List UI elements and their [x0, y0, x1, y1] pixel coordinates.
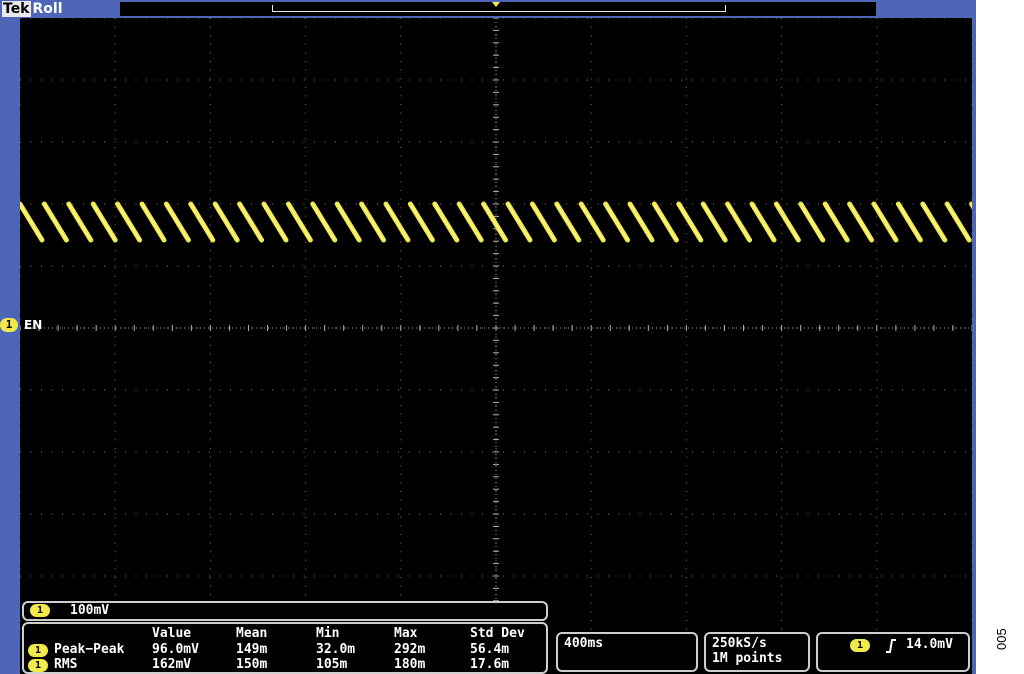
- col-value: Value: [152, 626, 192, 641]
- row-2-name: RMS: [54, 657, 78, 672]
- acquisition-mode: Roll: [32, 1, 63, 17]
- row-1-value: 96.0mV: [152, 642, 199, 657]
- row-1-mean: 149m: [236, 642, 268, 657]
- left-frame: [0, 18, 20, 674]
- status-bar: Tek Roll: [0, 0, 976, 18]
- graticule: [20, 18, 972, 638]
- brand-mode: Tek Roll: [2, 0, 63, 18]
- channel-label: EN: [24, 318, 43, 332]
- channel-scale-readout[interactable]: 1 100mV: [22, 601, 548, 621]
- oscilloscope-screen: Tek Roll 1 EN 1 100mV Value Mean Min Max …: [0, 0, 976, 674]
- trigger-level: 14.0mV: [906, 637, 953, 652]
- timebase-readout[interactable]: 400ms: [556, 632, 698, 672]
- row-2-channel-badge: 1: [28, 659, 48, 672]
- row-1-name: Peak−Peak: [54, 642, 125, 657]
- trigger-position-icon: [492, 2, 500, 7]
- col-mean: Mean: [236, 626, 268, 641]
- brand-label: Tek: [2, 1, 31, 17]
- row-2-std-dev: 17.6m: [470, 657, 510, 672]
- figure-number: 005: [988, 612, 1018, 652]
- row-2-value: 162mV: [152, 657, 192, 672]
- figure-number-text: 005: [994, 628, 1009, 650]
- time-per-div: 400ms: [564, 636, 604, 651]
- trigger-readout[interactable]: 1 14.0mV: [816, 632, 970, 672]
- right-frame: [972, 18, 976, 674]
- row-2-max: 180m: [394, 657, 426, 672]
- rising-edge-icon: [886, 639, 896, 653]
- trigger-channel-badge: 1: [850, 639, 870, 652]
- col-std-dev: Std Dev: [470, 626, 525, 641]
- measurement-table: Value Mean Min Max Std Dev 1 Peak−Peak 9…: [22, 622, 548, 674]
- channel-badge: 1: [30, 604, 50, 617]
- channel-1-ground-marker[interactable]: 1: [0, 318, 18, 332]
- col-min: Min: [316, 626, 340, 641]
- row-2-min: 105m: [316, 657, 348, 672]
- record-length: 1M points: [712, 651, 783, 666]
- row-1-channel-badge: 1: [28, 644, 48, 657]
- sample-rate: 250kS/s: [712, 636, 767, 651]
- row-1-max: 292m: [394, 642, 426, 657]
- acquisition-readout[interactable]: 250kS/s 1M points: [704, 632, 810, 672]
- row-2-mean: 150m: [236, 657, 268, 672]
- row-1-min: 32.0m: [316, 642, 356, 657]
- row-1-std-dev: 56.4m: [470, 642, 510, 657]
- channel-scale: 100mV: [70, 603, 110, 618]
- col-max: Max: [394, 626, 418, 641]
